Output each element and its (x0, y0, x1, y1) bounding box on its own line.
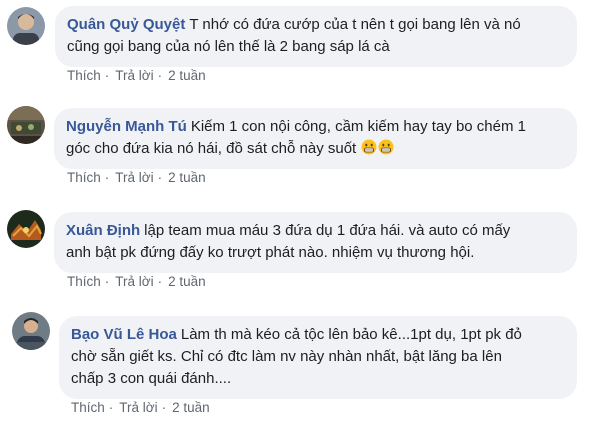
comment-actions: Thích · Trả lời · 2 tuần (67, 170, 206, 185)
comment-bubble: Nguyễn Mạnh Tú Kiếm 1 con nội công, cầm k… (54, 108, 577, 169)
reply-link[interactable]: Trả lời (115, 274, 153, 289)
reply-link[interactable]: Trả lời (119, 400, 157, 415)
comment-bubble: Quân Quỷ Quyệt T nhớ có đứa cướp của t nê… (55, 6, 577, 67)
separator: · (104, 68, 110, 83)
comment-text-line: Xuân Định lập team mua máu 3 đứa dụ 1 đứa… (66, 222, 511, 239)
avatar[interactable] (7, 210, 45, 248)
grimace-emoji (361, 139, 377, 155)
avatar[interactable] (7, 106, 45, 144)
comment-bubble: Xuân Định lập team mua máu 3 đứa dụ 1 đứa… (54, 212, 577, 273)
separator: · (157, 274, 163, 289)
comment-actions: Thích · Trả lời · 2 tuần (67, 68, 206, 83)
avatar[interactable] (7, 7, 45, 45)
comment-author[interactable]: Nguyễn Mạnh Tú (66, 118, 187, 135)
comment-text-line: Quân Quỷ Quyệt T nhớ có đứa cướp của t nê… (67, 16, 521, 33)
comment-actions: Thích · Trả lời · 2 tuần (71, 400, 210, 415)
comment-author[interactable]: Xuân Định (66, 222, 140, 239)
separator: · (157, 68, 163, 83)
avatar[interactable] (12, 312, 50, 350)
grimace-emoji (378, 139, 394, 155)
separator: · (161, 400, 167, 415)
like-link[interactable]: Thích (71, 400, 105, 415)
separator: · (104, 274, 110, 289)
comment-author[interactable]: Bạo Vũ Lê Hoa (71, 326, 177, 343)
comment-actions: Thích · Trả lời · 2 tuần (67, 274, 206, 289)
like-link[interactable]: Thích (67, 170, 101, 185)
comment-author[interactable]: Quân Quỷ Quyệt (67, 16, 185, 33)
separator: · (108, 400, 114, 415)
comment-text-line: góc cho đứa kia nó hái, đồ sát chỗ này s… (66, 138, 565, 160)
separator: · (157, 170, 163, 185)
comment-text-line: anh bật pk đứng đấy ko trượt phát nào. n… (66, 244, 475, 261)
comment-text-line: Nguyễn Mạnh Tú Kiếm 1 con nội công, cầm k… (66, 118, 526, 135)
comment-text-line: chờ sẵn giết ks. Chỉ có đtc làm nv này n… (71, 348, 502, 365)
comment-bubble: Bạo Vũ Lê Hoa Làm th mà kéo cả tộc lên bả… (59, 316, 577, 399)
timestamp[interactable]: 2 tuần (172, 400, 210, 415)
comment-text-line: chấp 3 con quái đánh.... (71, 370, 232, 387)
like-link[interactable]: Thích (67, 274, 101, 289)
timestamp[interactable]: 2 tuần (168, 68, 206, 83)
timestamp[interactable]: 2 tuần (168, 274, 206, 289)
comment-text-line: Bạo Vũ Lê Hoa Làm th mà kéo cả tộc lên bả… (71, 326, 522, 343)
separator: · (104, 170, 110, 185)
timestamp[interactable]: 2 tuần (168, 170, 206, 185)
reply-link[interactable]: Trả lời (115, 170, 153, 185)
like-link[interactable]: Thích (67, 68, 101, 83)
reply-link[interactable]: Trả lời (115, 68, 153, 83)
comment-text-line: cũng gọi bang của nó lên thế là 2 bang s… (67, 38, 390, 55)
